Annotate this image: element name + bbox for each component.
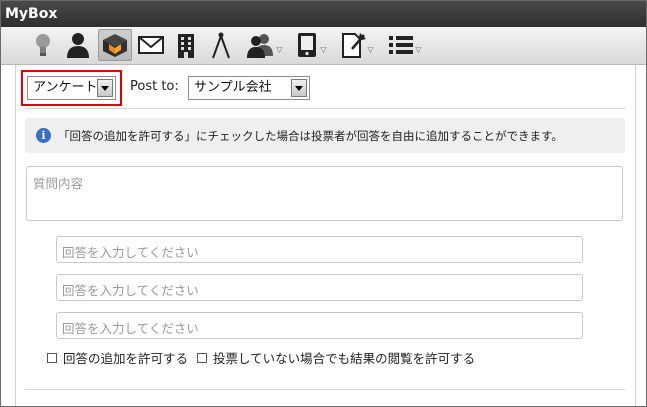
answer-placeholder: 回答を入力してください xyxy=(62,283,199,298)
device-icon xyxy=(295,31,319,59)
mail-icon xyxy=(138,35,164,55)
list-icon xyxy=(388,34,414,56)
allow-view-results-checkbox[interactable] xyxy=(197,352,208,363)
info-text: 「回答の追加を許可する」にチェックした場合は投票者が回答を自由に追加することがで… xyxy=(58,129,563,143)
lightbulb-icon xyxy=(33,31,53,59)
allow-view-results-option[interactable]: 投票していない場合でも結果の閲覧を許可する xyxy=(197,348,475,367)
info-banner: i 「回答の追加を許可する」にチェックした場合は投票者が回答を自由に追加すること… xyxy=(25,118,625,153)
building-button[interactable] xyxy=(173,29,199,61)
post-to-select[interactable]: サンプル会社 xyxy=(188,76,310,100)
box-button[interactable] xyxy=(98,29,132,61)
device-menu-button[interactable]: ▽ xyxy=(291,29,331,61)
list-menu-button[interactable]: ▽ xyxy=(385,29,425,61)
answer-placeholder: 回答を入力してください xyxy=(62,321,199,336)
box-icon xyxy=(101,32,129,58)
question-textarea[interactable]: 質問内容 xyxy=(26,166,623,221)
compass-icon xyxy=(210,31,232,59)
compass-button[interactable] xyxy=(208,29,234,61)
compose-panel: アンケート Post to: サンプル会社 i 「回答の追加を許可する」にチェッ… xyxy=(15,65,636,406)
mail-button[interactable] xyxy=(137,29,165,61)
answer-input-1[interactable]: 回答を入力してください xyxy=(56,236,583,263)
type-select-highlight: アンケート xyxy=(21,70,122,106)
answer-input-2[interactable]: 回答を入力してください xyxy=(56,274,583,301)
poll-options: 回答の追加を許可する 投票していない場合でも結果の閲覧を許可する xyxy=(47,348,484,367)
chevron-down-icon: ▽ xyxy=(320,44,327,54)
divider xyxy=(25,389,625,390)
answer-placeholder: 回答を入力してください xyxy=(62,245,199,260)
question-placeholder: 質問内容 xyxy=(33,176,84,191)
type-select[interactable]: アンケート xyxy=(27,76,116,100)
window-title: MyBox xyxy=(1,1,646,27)
dropdown-arrow-icon[interactable] xyxy=(97,79,113,97)
chevron-down-icon: ▽ xyxy=(367,44,374,54)
app-window: MyBox ▽ ▽ ▽ ▽ アンケート Post to: サンプル会社 i 「回… xyxy=(0,0,647,407)
toolbar: ▽ ▽ ▽ ▽ xyxy=(1,27,646,65)
dropdown-arrow-icon[interactable] xyxy=(291,79,307,97)
building-icon xyxy=(175,31,197,59)
type-select-value: アンケート xyxy=(33,80,98,95)
person-button[interactable] xyxy=(64,29,92,61)
chevron-down-icon: ▽ xyxy=(276,44,283,54)
post-to-select-value: サンプル会社 xyxy=(194,80,272,95)
lightbulb-button[interactable] xyxy=(31,29,55,61)
person-icon xyxy=(65,31,91,59)
chevron-down-icon: ▽ xyxy=(415,44,422,54)
users-icon xyxy=(245,32,275,58)
allow-view-results-label: 投票していない場合でも結果の閲覧を許可する xyxy=(213,351,476,366)
post-to-label: Post to: xyxy=(130,79,179,94)
allow-add-answers-option[interactable]: 回答の追加を許可する xyxy=(47,348,188,367)
allow-add-answers-label: 回答の追加を許可する xyxy=(63,351,189,366)
document-pin-icon xyxy=(340,31,367,59)
divider xyxy=(25,108,625,109)
document-menu-button[interactable]: ▽ xyxy=(337,29,377,61)
allow-add-answers-checkbox[interactable] xyxy=(47,352,57,363)
info-icon: i xyxy=(36,128,51,143)
answer-input-3[interactable]: 回答を入力してください xyxy=(56,312,583,339)
users-menu-button[interactable]: ▽ xyxy=(242,29,286,61)
